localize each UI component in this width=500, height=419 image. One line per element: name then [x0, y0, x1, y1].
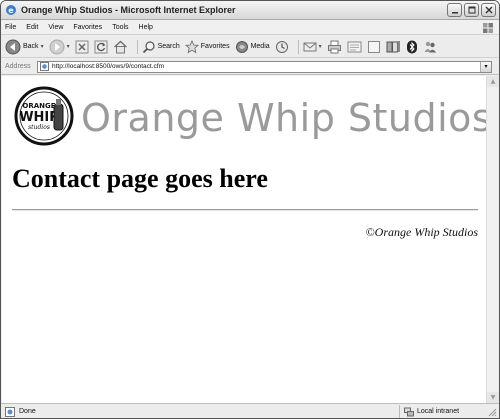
history-button[interactable]: [275, 40, 289, 54]
menu-favorites[interactable]: Favorites: [73, 24, 102, 31]
mail-dropdown-icon[interactable]: ▾: [319, 43, 322, 50]
refresh-button[interactable]: [94, 40, 108, 54]
footer-copyright: ©Orange Whip Studios: [365, 225, 478, 239]
discuss-icon: [367, 40, 380, 53]
edit-page-icon: [347, 41, 362, 52]
window-controls: [447, 3, 496, 17]
search-icon: [142, 40, 155, 53]
site-title: Orange Whip Studios: [81, 96, 486, 140]
favorites-star-icon: [184, 39, 199, 53]
title-bar[interactable]: e Orange Whip Studios - Microsoft Intern…: [1, 1, 499, 20]
search-label: Search: [157, 43, 180, 50]
chevron-up-icon: ▲: [490, 78, 496, 85]
maximize-icon: [468, 6, 475, 14]
orange-whip-logo: ORANGE WHIP studios: [14, 86, 74, 146]
toolbar: Back ▾ ▾ Search Favorites Media ▾: [1, 36, 499, 58]
messenger-button[interactable]: [423, 40, 437, 54]
scroll-down-button[interactable]: ▼: [487, 392, 499, 403]
forward-dropdown-icon[interactable]: ▾: [67, 43, 70, 50]
edit-button[interactable]: [347, 40, 362, 54]
vertical-scrollbar[interactable]: ▲ ▼: [486, 76, 499, 403]
status-text: Done: [19, 408, 36, 415]
internet-explorer-icon: e: [6, 5, 16, 15]
menu-file[interactable]: File: [5, 24, 16, 31]
mail-icon: [303, 42, 317, 51]
resize-grip-icon[interactable]: [487, 407, 497, 417]
maximize-button[interactable]: [464, 3, 479, 17]
research-button[interactable]: [386, 40, 401, 54]
bluetooth-icon: [406, 40, 417, 53]
home-icon: [113, 40, 127, 53]
minimize-button[interactable]: [447, 3, 462, 17]
menu-help[interactable]: Help: [139, 24, 153, 31]
minimize-icon: [451, 12, 458, 14]
window-title: Orange Whip Studios - Microsoft Internet…: [21, 5, 236, 15]
svg-text:WHIP: WHIP: [19, 110, 59, 125]
zone-label: Local intranet: [417, 408, 460, 415]
svg-text:e: e: [8, 6, 14, 15]
favorites-button[interactable]: Favorites: [184, 39, 230, 54]
status-bar: Done Local intranet: [1, 403, 499, 418]
security-zone[interactable]: Local intranet: [399, 405, 459, 418]
back-button[interactable]: Back ▾: [5, 39, 44, 55]
search-button[interactable]: Search: [142, 40, 180, 54]
page-content: ORANGE WHIP studios Orange Whip Studios …: [2, 76, 486, 403]
scroll-up-button[interactable]: ▲: [487, 76, 499, 87]
back-arrow-icon: [5, 39, 21, 54]
page-done-icon: [5, 406, 15, 417]
back-dropdown-icon[interactable]: ▾: [41, 43, 44, 50]
close-icon: [485, 6, 492, 14]
menu-edit[interactable]: Edit: [26, 24, 38, 31]
menu-tools[interactable]: Tools: [112, 24, 128, 31]
local-intranet-icon: [404, 407, 414, 416]
media-label: Media: [250, 43, 270, 50]
print-button[interactable]: [327, 40, 342, 54]
toolbar-separator: [136, 39, 138, 54]
address-label: Address: [5, 63, 31, 70]
address-url[interactable]: http://localhost:8500/ows/9/contact.cfm: [52, 63, 164, 70]
address-dropdown-button[interactable]: ▾: [480, 61, 491, 72]
print-icon: [327, 40, 341, 53]
mail-button[interactable]: ▾: [303, 40, 322, 54]
stop-icon: [75, 40, 89, 53]
refresh-icon: [94, 40, 108, 53]
chevron-down-icon: ▼: [490, 394, 496, 401]
back-label: Back: [23, 43, 39, 50]
browser-window: e Orange Whip Studios - Microsoft Intern…: [0, 0, 500, 419]
media-icon: [235, 40, 248, 53]
close-button[interactable]: [481, 3, 496, 17]
research-book-icon: [386, 40, 400, 52]
address-bar: Address http://localhost:8500/ows/9/cont…: [1, 59, 499, 75]
page-icon: [40, 62, 49, 71]
windows-logo-icon: [483, 23, 493, 33]
horizontal-rule: [12, 209, 478, 211]
forward-button[interactable]: ▾: [49, 39, 70, 55]
forward-arrow-icon: [49, 39, 65, 54]
chevron-down-icon: ▾: [484, 63, 488, 70]
home-button[interactable]: [113, 40, 128, 54]
favorites-label: Favorites: [200, 43, 230, 50]
menu-view[interactable]: View: [48, 24, 63, 31]
media-button[interactable]: Media: [235, 40, 270, 54]
svg-text:ORANGE: ORANGE: [22, 102, 55, 110]
stop-button[interactable]: [75, 40, 89, 54]
address-input[interactable]: http://localhost:8500/ows/9/contact.cfm …: [37, 60, 492, 73]
discuss-button[interactable]: [367, 40, 381, 54]
page-heading: Contact page goes here: [12, 164, 268, 193]
toolbar-separator-2: [297, 39, 299, 54]
messenger-icon: [424, 41, 436, 52]
history-icon: [275, 40, 288, 53]
bluetooth-button[interactable]: [406, 40, 418, 54]
svg-text:studios: studios: [28, 124, 50, 131]
menu-bar: File Edit View Favorites Tools Help: [1, 21, 499, 35]
